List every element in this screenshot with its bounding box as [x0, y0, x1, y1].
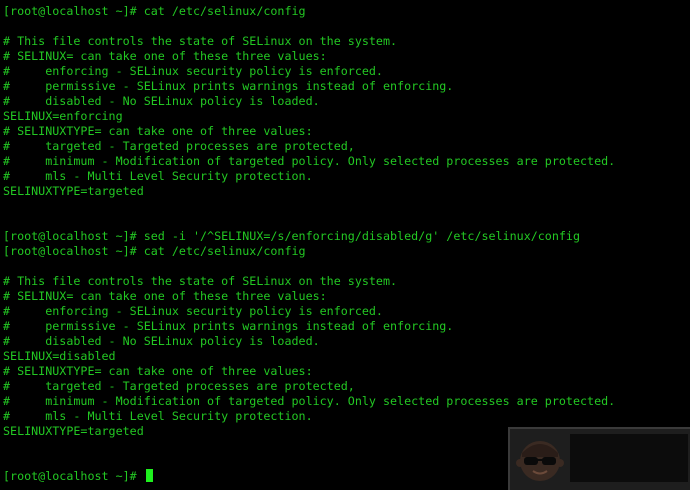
- terminal-line: SELINUX=enforcing: [3, 109, 123, 123]
- terminal-line: # disabled - No SELinux policy is loaded…: [3, 94, 320, 108]
- terminal-line: # SELINUXTYPE= can take one of three val…: [3, 124, 313, 138]
- terminal-line: # This file controls the state of SELinu…: [3, 34, 398, 48]
- terminal-line: [root@localhost ~]# cat /etc/selinux/con…: [3, 244, 306, 258]
- terminal-line: # mls - Multi Level Security protection.: [3, 409, 313, 423]
- terminal-window[interactable]: [root@localhost ~]# cat /etc/selinux/con…: [0, 0, 690, 490]
- terminal-line: [root@localhost ~]# sed -i '/^SELINUX=/s…: [3, 229, 580, 243]
- terminal-line: # targeted - Targeted processes are prot…: [3, 139, 355, 153]
- shell-prompt: [root@localhost ~]#: [3, 469, 144, 483]
- terminal-line: [root@localhost ~]# cat /etc/selinux/con…: [3, 4, 306, 18]
- sunglasses-face-logo-icon: [516, 441, 564, 481]
- terminal-line: # minimum - Modification of targeted pol…: [3, 154, 616, 168]
- terminal-line: # This file controls the state of SELinu…: [3, 274, 398, 288]
- terminal-prompt-line[interactable]: [root@localhost ~]#: [3, 469, 153, 484]
- watermark: [508, 427, 690, 490]
- terminal-line: SELINUXTYPE=targeted: [3, 184, 144, 198]
- terminal-line: # SELINUX= can take one of these three v…: [3, 289, 327, 303]
- terminal-line: # SELINUX= can take one of these three v…: [3, 49, 327, 63]
- terminal-line: # enforcing - SELinux security policy is…: [3, 304, 383, 318]
- terminal-line: # SELINUXTYPE= can take one of three val…: [3, 364, 313, 378]
- terminal-line: SELINUXTYPE=targeted: [3, 424, 144, 438]
- terminal-line: # mls - Multi Level Security protection.: [3, 169, 313, 183]
- terminal-line: # minimum - Modification of targeted pol…: [3, 394, 616, 408]
- watermark-panel: [570, 434, 688, 482]
- text-cursor: [145, 469, 153, 482]
- terminal-line: # permissive - SELinux prints warnings i…: [3, 319, 454, 333]
- terminal-line: # enforcing - SELinux security policy is…: [3, 64, 383, 78]
- terminal-line: # permissive - SELinux prints warnings i…: [3, 79, 454, 93]
- terminal-line: SELINUX=disabled: [3, 349, 116, 363]
- terminal-line: # disabled - No SELinux policy is loaded…: [3, 334, 320, 348]
- terminal-line: # targeted - Targeted processes are prot…: [3, 379, 355, 393]
